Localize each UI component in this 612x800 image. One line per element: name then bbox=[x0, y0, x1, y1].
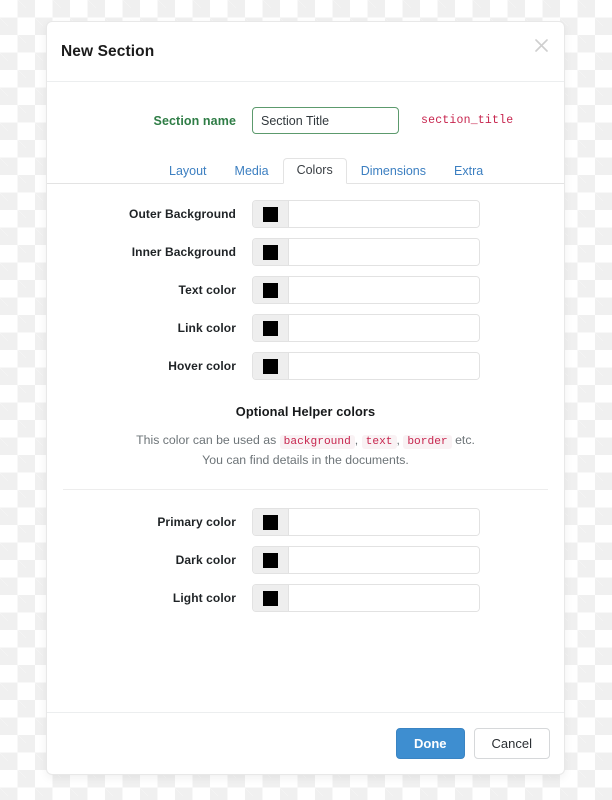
modal-header: New Section bbox=[47, 22, 564, 82]
color-swatch-icon bbox=[263, 244, 278, 260]
color-row: Dark color bbox=[47, 546, 564, 575]
token-background: background bbox=[279, 435, 355, 449]
token-border: border bbox=[403, 435, 452, 449]
hover-color-label: Hover color bbox=[168, 359, 236, 373]
section-slug: section_title bbox=[421, 114, 514, 127]
text-color-field bbox=[252, 276, 480, 304]
inner-background-input[interactable] bbox=[289, 239, 479, 265]
cancel-button[interactable]: Cancel bbox=[473, 727, 550, 760]
light-color-field bbox=[252, 584, 480, 613]
color-row: Inner Background bbox=[47, 238, 564, 266]
helper-block: Optional Helper colors This color can be… bbox=[47, 404, 564, 471]
text-color-label: Text color bbox=[178, 283, 236, 297]
color-swatch-icon bbox=[263, 514, 278, 530]
tab-dimensions[interactable]: Dimensions bbox=[347, 159, 440, 185]
outer-background-field bbox=[252, 200, 480, 228]
primary-color-label: Primary color bbox=[157, 515, 236, 530]
section-name-label: Section name bbox=[153, 113, 236, 128]
light-color-input[interactable] bbox=[289, 585, 479, 612]
helper-text: This color can be used as background, te… bbox=[73, 431, 538, 471]
hover-color-input[interactable] bbox=[289, 353, 479, 379]
color-row: Link color bbox=[47, 314, 564, 342]
section-name-input[interactable] bbox=[252, 107, 399, 134]
close-icon bbox=[534, 38, 548, 52]
done-button[interactable]: Done bbox=[396, 727, 465, 760]
tab-extra[interactable]: Extra bbox=[440, 159, 497, 185]
dark-color-field bbox=[252, 546, 480, 575]
color-swatch-icon bbox=[263, 590, 278, 606]
helper-line2: You can find details in the documents. bbox=[202, 453, 409, 468]
modal-footer: Done Cancel bbox=[47, 712, 564, 774]
section-name-row: Section name section_title bbox=[47, 107, 564, 134]
helper-title: Optional Helper colors bbox=[235, 404, 376, 419]
outer-background-input[interactable] bbox=[289, 201, 479, 227]
dark-color-swatch-button[interactable] bbox=[253, 547, 289, 574]
color-row: Light color bbox=[47, 584, 564, 613]
inner-background-field bbox=[252, 238, 480, 266]
token-text: text bbox=[361, 435, 397, 449]
tab-bar: Layout Media Colors Dimensions Extra bbox=[47, 154, 564, 184]
new-section-modal: New Section Section name section_title L… bbox=[46, 21, 565, 775]
color-swatch-icon bbox=[263, 358, 278, 374]
dark-color-input[interactable] bbox=[289, 547, 479, 574]
color-row: Primary color bbox=[47, 508, 564, 537]
tab-layout[interactable]: Layout bbox=[155, 159, 221, 185]
link-color-swatch-button[interactable] bbox=[253, 315, 289, 341]
color-swatch-icon bbox=[263, 320, 278, 336]
tab-colors[interactable]: Colors bbox=[282, 157, 347, 184]
outer-background-label: Outer Background bbox=[129, 207, 236, 221]
color-swatch-icon bbox=[263, 552, 278, 568]
helper-sep-2: , bbox=[396, 433, 400, 447]
text-color-input[interactable] bbox=[289, 277, 479, 303]
color-row: Hover color bbox=[47, 352, 564, 380]
color-row: Outer Background bbox=[47, 200, 564, 228]
helper-color-rows: Primary color Dark color Light color bbox=[47, 490, 564, 613]
light-color-swatch-button[interactable] bbox=[253, 585, 289, 612]
light-color-label: Light color bbox=[172, 591, 236, 606]
outer-background-swatch-button[interactable] bbox=[253, 201, 289, 227]
text-color-swatch-button[interactable] bbox=[253, 277, 289, 303]
helper-line1-prefix: This color can be used as bbox=[136, 433, 277, 447]
inner-background-label: Inner Background bbox=[131, 245, 236, 259]
helper-line1-suffix: etc. bbox=[455, 433, 475, 447]
link-color-field bbox=[252, 314, 480, 342]
primary-color-swatch-button[interactable] bbox=[253, 509, 289, 536]
close-button[interactable] bbox=[530, 34, 552, 56]
modal-body: Section name section_title Layout Media … bbox=[47, 82, 564, 712]
color-row: Text color bbox=[47, 276, 564, 304]
hover-color-swatch-button[interactable] bbox=[253, 353, 289, 379]
tab-media[interactable]: Media bbox=[221, 159, 283, 185]
color-rows: Outer Background Inner Background Text c… bbox=[47, 184, 564, 380]
dark-color-label: Dark color bbox=[175, 553, 236, 568]
link-color-input[interactable] bbox=[289, 315, 479, 341]
inner-background-swatch-button[interactable] bbox=[253, 239, 289, 265]
color-swatch-icon bbox=[263, 206, 278, 222]
primary-color-field bbox=[252, 508, 480, 537]
link-color-label: Link color bbox=[177, 321, 236, 335]
page-title: New Section bbox=[61, 43, 155, 60]
primary-color-input[interactable] bbox=[289, 509, 479, 536]
helper-sep-1: , bbox=[354, 433, 359, 447]
hover-color-field bbox=[252, 352, 480, 380]
color-swatch-icon bbox=[263, 282, 278, 298]
